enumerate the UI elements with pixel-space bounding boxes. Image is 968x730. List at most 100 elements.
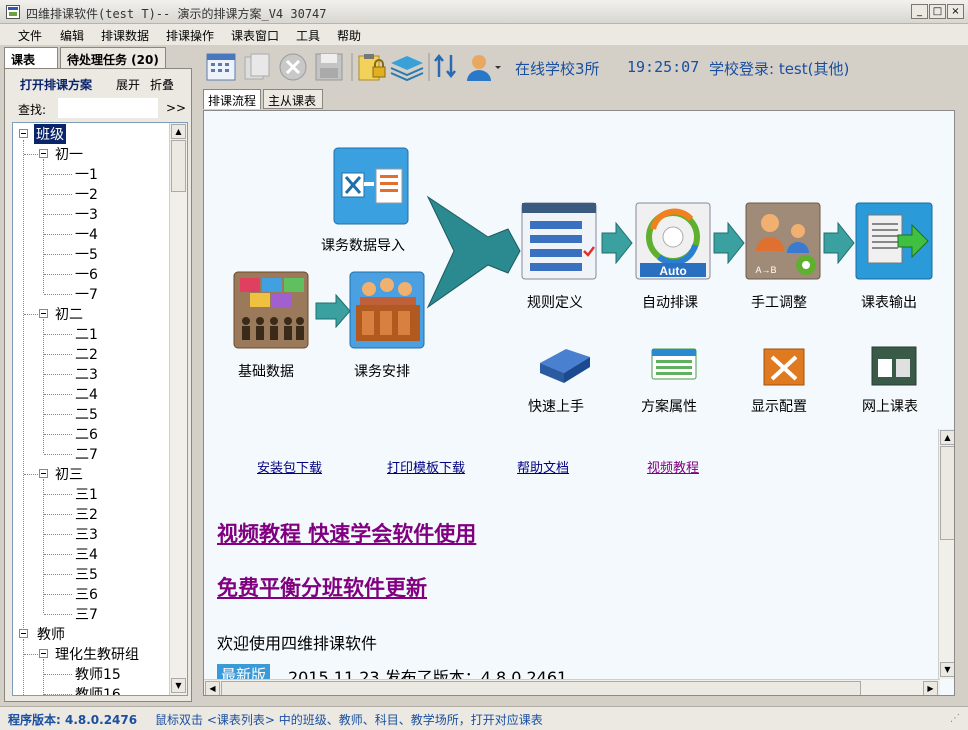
tree-node-teacher15[interactable]: 教师15 xyxy=(75,664,121,684)
tree-node-class-item[interactable]: 三4 xyxy=(75,544,98,564)
menu-timetable-window[interactable]: 课表窗口 xyxy=(231,27,279,44)
collapse-button[interactable]: 折叠 xyxy=(150,76,174,93)
tree-node-class-item[interactable]: 一1 xyxy=(75,164,98,184)
save-icon[interactable] xyxy=(315,53,343,81)
tree-node-class-item[interactable]: 三7 xyxy=(75,604,98,624)
tab-master-slave[interactable]: 主从课表 xyxy=(263,89,323,109)
tab-timetable[interactable]: 课表 xyxy=(4,47,58,69)
label-rules: 规则定义 xyxy=(527,295,583,311)
tree-node-class-item[interactable]: 三5 xyxy=(75,564,98,584)
expand-toggle-group1[interactable] xyxy=(39,649,48,658)
content-scroll-down[interactable]: ▼ xyxy=(940,662,954,677)
tree-node-grade1[interactable]: 初一 xyxy=(55,144,83,164)
expand-toggle-teacher[interactable] xyxy=(19,629,28,638)
cancel-icon[interactable] xyxy=(279,53,307,81)
tree-node-class-item[interactable]: 二2 xyxy=(75,344,98,364)
menu-schedule-ops[interactable]: 排课操作 xyxy=(166,27,214,44)
menu-help[interactable]: 帮助 xyxy=(337,27,361,44)
open-plan-button[interactable]: 打开排课方案 xyxy=(20,76,92,93)
resize-grip-icon[interactable]: ⋰ xyxy=(950,713,960,724)
video-tutorial-headline[interactable]: 视频教程 快速学会软件使用 xyxy=(217,518,476,548)
arrange-icon[interactable] xyxy=(349,271,425,349)
tree-node-class-item[interactable]: 三6 xyxy=(75,584,98,604)
tree-node-class-item[interactable]: 一4 xyxy=(75,224,98,244)
restore-button[interactable]: □ xyxy=(929,4,946,19)
tree-node-class[interactable]: 班级 xyxy=(34,124,66,144)
help-doc-link[interactable]: 帮助文档 xyxy=(517,457,569,476)
find-input[interactable] xyxy=(58,98,158,118)
tree-scroll-up[interactable]: ▲ xyxy=(171,124,186,139)
tree-scrollbar[interactable]: ▲ ▼ xyxy=(169,123,187,695)
tree-node-teacher16[interactable]: 教师16 xyxy=(75,684,121,695)
tree-node-class-item[interactable]: 二7 xyxy=(75,444,98,464)
program-version: 程序版本: 4.8.0.2476 xyxy=(8,713,138,727)
layers-icon[interactable] xyxy=(390,56,424,82)
tree-node-class-item[interactable]: 一7 xyxy=(75,284,98,304)
display-config-icon[interactable] xyxy=(763,348,805,386)
app-icon[interactable] xyxy=(6,5,20,19)
label-quickstart[interactable]: 快速上手 xyxy=(528,396,584,416)
menu-file[interactable]: 文件 xyxy=(18,27,42,44)
output-icon[interactable] xyxy=(855,202,933,280)
welcome-text: 欢迎使用四维排课软件 xyxy=(217,634,378,653)
tree-node-group1[interactable]: 理化生教研组 xyxy=(55,644,139,664)
expand-toggle-grade3[interactable] xyxy=(39,469,48,478)
expand-button[interactable]: 展开 xyxy=(116,76,140,93)
tree-node-class-item[interactable]: 三3 xyxy=(75,524,98,544)
video-link[interactable]: 视频教程 xyxy=(647,457,699,476)
tree-node-class-item[interactable]: 三2 xyxy=(75,504,98,524)
content-scroll-up[interactable]: ▲ xyxy=(940,430,954,445)
tree-node-class-item[interactable]: 二4 xyxy=(75,384,98,404)
user-dropdown-icon[interactable] xyxy=(495,66,501,69)
book-icon[interactable] xyxy=(540,349,590,383)
tree-node-class-item[interactable]: 二3 xyxy=(75,364,98,384)
tab-schedule-flow[interactable]: 排课流程 xyxy=(203,89,261,109)
tree-node-class-item[interactable]: 一5 xyxy=(75,244,98,264)
properties-icon[interactable] xyxy=(651,348,697,380)
content-scroll-right[interactable]: ▶ xyxy=(923,681,938,695)
copy-icon[interactable] xyxy=(244,53,270,80)
tree-node-grade3[interactable]: 初三 xyxy=(55,464,83,484)
menu-tools[interactable]: 工具 xyxy=(296,27,320,44)
content-scroll-left[interactable]: ◀ xyxy=(205,681,220,695)
tree-node-class-item[interactable]: 一3 xyxy=(75,204,98,224)
content-hscrollbar[interactable]: ◀ ▶ xyxy=(204,679,940,695)
tree-node-class-item[interactable]: 二1 xyxy=(75,324,98,344)
expand-toggle-grade1[interactable] xyxy=(39,149,48,158)
expand-toggle-grade2[interactable] xyxy=(39,309,48,318)
tree-node-teacher[interactable]: 教师 xyxy=(37,624,65,644)
user-icon[interactable] xyxy=(467,55,491,81)
tree-scroll-down[interactable]: ▼ xyxy=(171,678,186,693)
tree-node-class-item[interactable]: 一6 xyxy=(75,264,98,284)
tree-node-class-item[interactable]: 二6 xyxy=(75,424,98,444)
calendar-icon[interactable] xyxy=(206,53,236,81)
minimize-button[interactable]: _ xyxy=(911,4,928,19)
menu-schedule-data[interactable]: 排课数据 xyxy=(101,27,149,44)
rules-icon[interactable] xyxy=(521,202,597,280)
label-properties[interactable]: 方案属性 xyxy=(641,396,697,416)
tree-node-class-item[interactable]: 一2 xyxy=(75,184,98,204)
online-timetable-icon[interactable] xyxy=(871,346,917,386)
balance-class-headline[interactable]: 免费平衡分班软件更新 xyxy=(217,572,427,602)
timetable-tree[interactable]: 班级 初一 一1 一2 一3 一4 一5 一6 一7 初二 二1 二2 二3 二4 二5 二6 二7 初… xyxy=(12,122,188,696)
print-template-link[interactable]: 打印模板下载 xyxy=(387,457,465,476)
content-scroll-thumb[interactable] xyxy=(940,446,954,540)
clipboard-lock-icon[interactable] xyxy=(358,54,386,81)
close-button[interactable]: × xyxy=(947,4,964,19)
content-scrollbar[interactable]: ▲ ▼ xyxy=(938,429,954,679)
content-hscroll-thumb[interactable] xyxy=(221,681,861,695)
tree-scroll-thumb[interactable] xyxy=(171,140,186,192)
basic-data-icon[interactable] xyxy=(233,271,309,349)
find-go-button[interactable]: >> xyxy=(166,101,186,115)
tab-pending-tasks[interactable]: 待处理任务 (20) xyxy=(60,47,166,69)
installer-link[interactable]: 安装包下载 xyxy=(257,457,322,476)
label-display[interactable]: 显示配置 xyxy=(751,396,807,416)
tree-node-grade2[interactable]: 初二 xyxy=(55,304,83,324)
import-icon[interactable] xyxy=(333,147,409,225)
tree-node-class-item[interactable]: 三1 xyxy=(75,484,98,504)
label-online[interactable]: 网上课表 xyxy=(862,396,918,416)
menu-edit[interactable]: 编辑 xyxy=(60,27,84,44)
tree-node-class-item[interactable]: 二5 xyxy=(75,404,98,424)
expand-toggle-class[interactable] xyxy=(19,129,28,138)
sort-icon[interactable] xyxy=(434,53,456,79)
